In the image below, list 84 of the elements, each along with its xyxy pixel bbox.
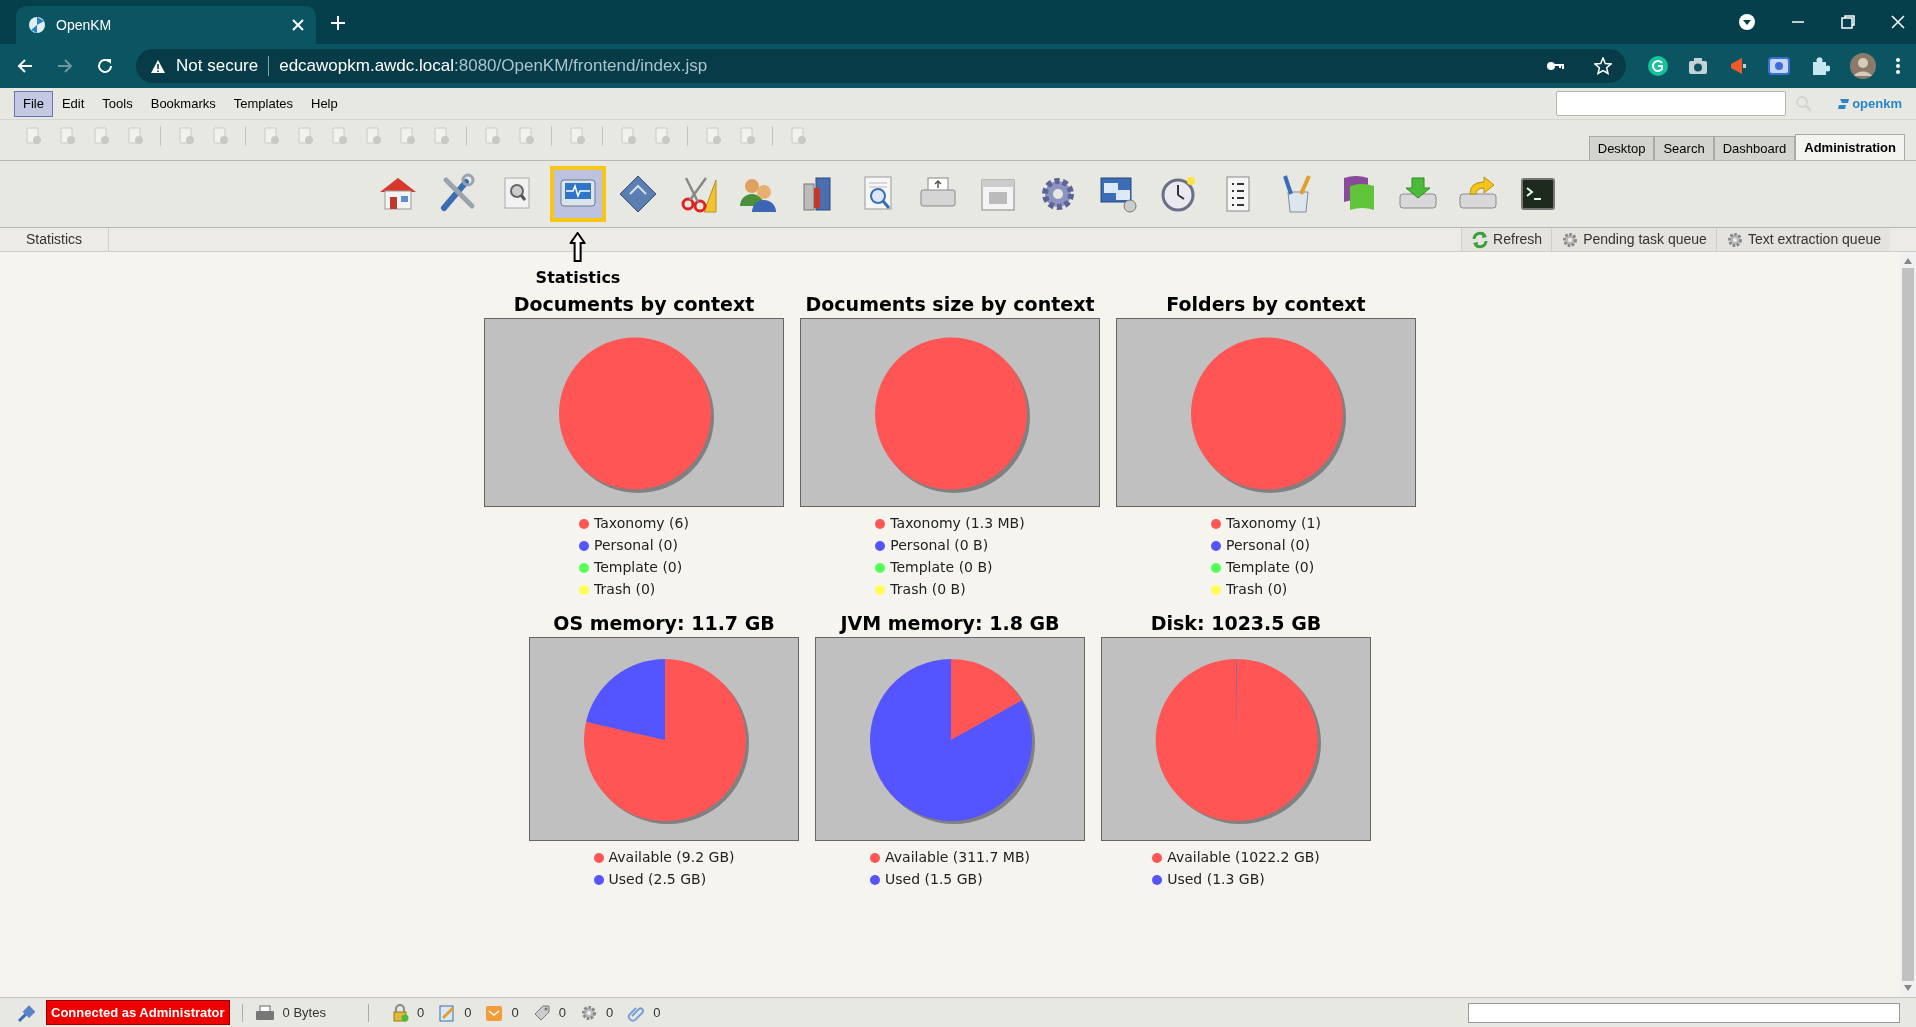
legend-label: Trash (0) <box>594 580 656 599</box>
mail-icon <box>485 1003 504 1022</box>
workspace-tab[interactable]: Administration <box>1795 134 1905 160</box>
legend-label: Personal (0) <box>1226 536 1310 555</box>
chart-title: Disk: 1023.5 GB <box>1150 611 1322 635</box>
megaphone-icon[interactable] <box>1728 56 1748 76</box>
status-field[interactable] <box>1468 1002 1900 1023</box>
legend-label: Personal (0) <box>594 536 678 555</box>
warning-icon <box>150 58 166 74</box>
legend-label: Available (1022.2 GB) <box>1167 848 1320 867</box>
gear-icon <box>579 1003 598 1022</box>
legend-label: Used (1.5 GB) <box>885 870 983 889</box>
workspace-tab[interactable]: Dashboard <box>1713 136 1796 160</box>
edit-document-icon <box>438 1003 457 1022</box>
counter-value: 0 <box>605 1003 614 1022</box>
menu-item[interactable]: Templates <box>224 90 302 117</box>
openkm-logo-icon <box>28 16 46 34</box>
storage-size: 0 Bytes <box>282 1003 326 1022</box>
annotation-label: Statistics <box>535 267 621 289</box>
star-icon[interactable] <box>1594 57 1612 75</box>
scrollbar[interactable] <box>1900 252 1916 997</box>
legend-label: Available (9.2 GB) <box>608 848 735 867</box>
lock-icon <box>390 1003 409 1022</box>
grammar-extension-icon[interactable] <box>1648 56 1668 76</box>
toolbar-button[interactable]: Pending task queue <box>1551 228 1716 251</box>
legend-label: Used (2.5 GB) <box>608 870 707 889</box>
chart-title: OS memory: 11.7 GB <box>553 611 775 635</box>
connection-status: Connected as Administrator <box>46 999 230 1026</box>
counter-value: 0 <box>416 1003 425 1022</box>
legend-label: Used (1.3 GB) <box>1167 870 1265 889</box>
legend-label: Template (0) <box>1226 558 1315 577</box>
chart-title: Documents size by context <box>805 292 1095 316</box>
new-tab-icon[interactable] <box>330 15 346 31</box>
back-icon[interactable] <box>16 57 34 75</box>
avatar-icon[interactable] <box>1850 53 1876 79</box>
close-icon[interactable] <box>1890 14 1906 30</box>
toolbar-button[interactable]: Text extraction queue <box>1715 228 1890 251</box>
menu-item[interactable]: Edit <box>52 90 94 117</box>
menu-item[interactable]: Help <box>302 90 347 117</box>
browser-tab[interactable]: OpenKM <box>16 6 316 44</box>
puzzle-icon[interactable] <box>1810 56 1830 76</box>
breadcrumb[interactable]: Statistics <box>0 228 109 251</box>
legend-label: Trash (0) <box>1226 580 1288 599</box>
chart-title: JVM memory: 1.8 GB <box>840 611 1060 635</box>
counter-value: 0 <box>558 1003 566 1022</box>
printer-icon <box>254 1004 275 1021</box>
legend-label: Template (0) <box>594 558 683 577</box>
camera-icon[interactable] <box>1688 57 1708 75</box>
counter-value: 0 <box>464 1003 472 1022</box>
openkm-logo: openkm <box>1838 93 1902 114</box>
counter-value: 0 <box>653 1003 661 1022</box>
legend-label: Template (0 B) <box>890 558 993 577</box>
forward-icon[interactable] <box>56 57 74 75</box>
legend-label: Available (311.7 MB) <box>885 848 1030 867</box>
scroll-down-icon[interactable] <box>1904 985 1912 991</box>
scroll-up-icon[interactable] <box>1904 258 1912 264</box>
search-field[interactable] <box>1556 91 1787 116</box>
menu-item[interactable]: File <box>14 90 53 117</box>
chart-title: Documents by context <box>513 292 755 316</box>
legend-label: Taxonomy (6) <box>594 514 689 533</box>
annotation-arrow <box>570 232 586 262</box>
legend-label: Taxonomy (1.3 MB) <box>890 514 1025 533</box>
workspace-tab[interactable]: Desktop <box>1588 136 1655 160</box>
tag-icon <box>532 1003 551 1022</box>
legend-label: Taxonomy (1) <box>1226 514 1321 533</box>
more-icon[interactable] <box>1896 57 1900 75</box>
menu-item[interactable]: Tools <box>93 90 142 117</box>
counter-value: 0 <box>511 1003 519 1022</box>
reload-icon[interactable] <box>96 57 114 75</box>
screen-record-icon[interactable] <box>1768 57 1790 75</box>
legend-label: Personal (0 B) <box>890 536 989 555</box>
gear-icon <box>1725 230 1744 249</box>
tab-search-icon[interactable] <box>1738 13 1756 31</box>
workspace-tab[interactable]: Search <box>1654 136 1714 160</box>
chart-title: Folders by context <box>1166 292 1366 316</box>
legend-label: Trash (0 B) <box>890 580 966 599</box>
refresh-icon <box>1471 230 1490 249</box>
menu-item[interactable]: Bookmarks <box>141 90 225 117</box>
close-icon[interactable] <box>292 19 304 31</box>
address-bar[interactable]: Not secure edcawopkm.awdc.local:8080/OpenKM/frontend/index.jsp <box>136 49 1626 83</box>
restore-icon[interactable] <box>1840 14 1856 30</box>
gear-icon <box>1561 230 1580 249</box>
toolbar-button[interactable]: Refresh <box>1461 228 1552 251</box>
key-icon[interactable] <box>1546 60 1564 72</box>
